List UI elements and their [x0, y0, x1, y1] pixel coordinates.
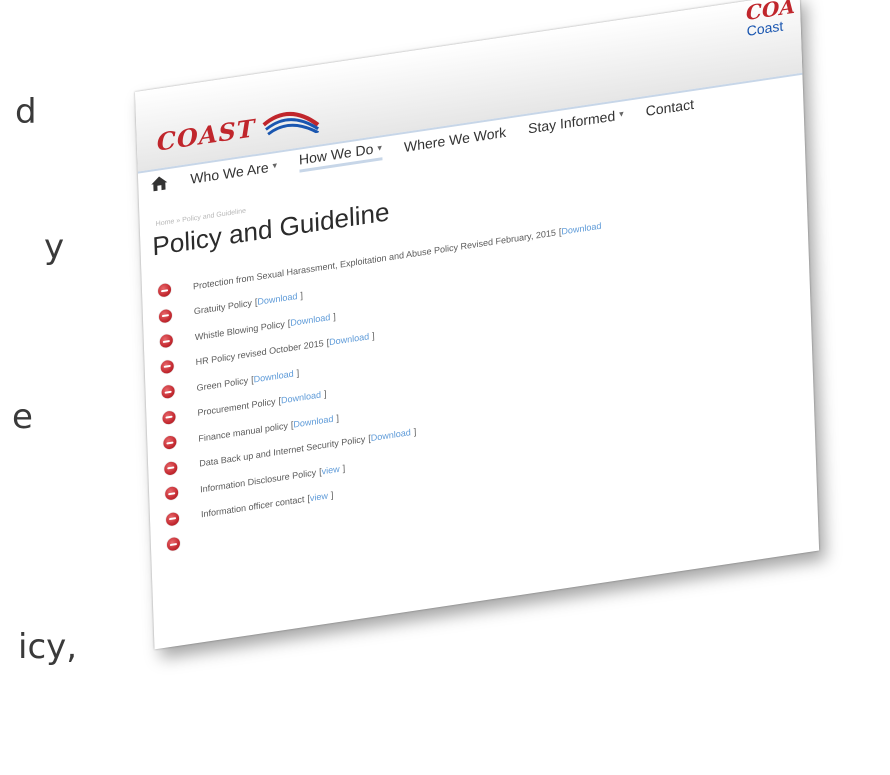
logo-text: COAST [156, 112, 257, 157]
download-link[interactable]: Download [329, 332, 369, 348]
bracket-close: ] [413, 426, 417, 437]
bracket-close: ] [323, 388, 327, 400]
chevron-down-icon: ▾ [618, 108, 624, 119]
download-link[interactable]: Download [293, 413, 333, 429]
website-screenshot: COAST COA Coast Who We Are ▾ How We Do ▾… [135, 0, 820, 650]
site-header: COAST COA Coast [135, 0, 803, 174]
minus-circle-icon [166, 536, 181, 552]
download-link[interactable]: Download [371, 427, 411, 443]
minus-circle-icon [160, 359, 174, 375]
minus-circle-icon [164, 460, 178, 476]
slide-stage: d y e icy, COAST COA Coast Who We Are ▾ … [0, 0, 890, 775]
minus-circle-icon [157, 283, 172, 298]
home-icon[interactable] [150, 174, 169, 193]
policy-label: Green Policy [196, 375, 249, 393]
minus-circle-icon [158, 308, 173, 324]
minus-circle-icon [165, 511, 180, 527]
download-link[interactable]: Download [257, 291, 297, 307]
slide-text-fragment: d [15, 92, 37, 132]
bracket-close: ] [342, 462, 346, 474]
bracket-close: ] [296, 367, 300, 378]
bracket-close: ] [336, 412, 340, 423]
slide-text-fragment: icy, [18, 627, 78, 667]
download-link[interactable]: Download [561, 220, 601, 236]
nav-contact[interactable]: Contact [645, 95, 694, 118]
minus-circle-icon [161, 384, 175, 400]
site-logo[interactable]: COAST [156, 102, 322, 156]
minus-circle-icon [163, 435, 177, 451]
bracket-close: ] [300, 290, 304, 301]
slide-text-fragment: y [44, 227, 65, 267]
minus-circle-icon [159, 333, 174, 349]
nav-label: Contact [645, 95, 695, 119]
policy-label: Gratuity Policy [193, 298, 253, 317]
download-link[interactable]: Download [281, 390, 321, 406]
slide-text-fragment: e [12, 397, 33, 437]
bracket-close: ] [372, 330, 375, 342]
view-link[interactable]: view [321, 464, 339, 477]
partner-brand: COA Coast [746, 0, 809, 39]
download-link[interactable]: Download [253, 368, 293, 384]
policy-list: Protection from Sexual Harassment, Explo… [157, 213, 611, 558]
chevron-down-icon: ▾ [377, 141, 383, 153]
minus-circle-icon [164, 486, 179, 501]
view-link[interactable]: view [310, 491, 328, 504]
chevron-down-icon: ▾ [272, 159, 278, 171]
download-link[interactable]: Download [290, 312, 330, 328]
bracket-close: ] [330, 490, 334, 501]
minus-circle-icon [162, 409, 176, 425]
wave-logo-icon [261, 102, 322, 141]
bracket-close: ] [333, 311, 337, 322]
